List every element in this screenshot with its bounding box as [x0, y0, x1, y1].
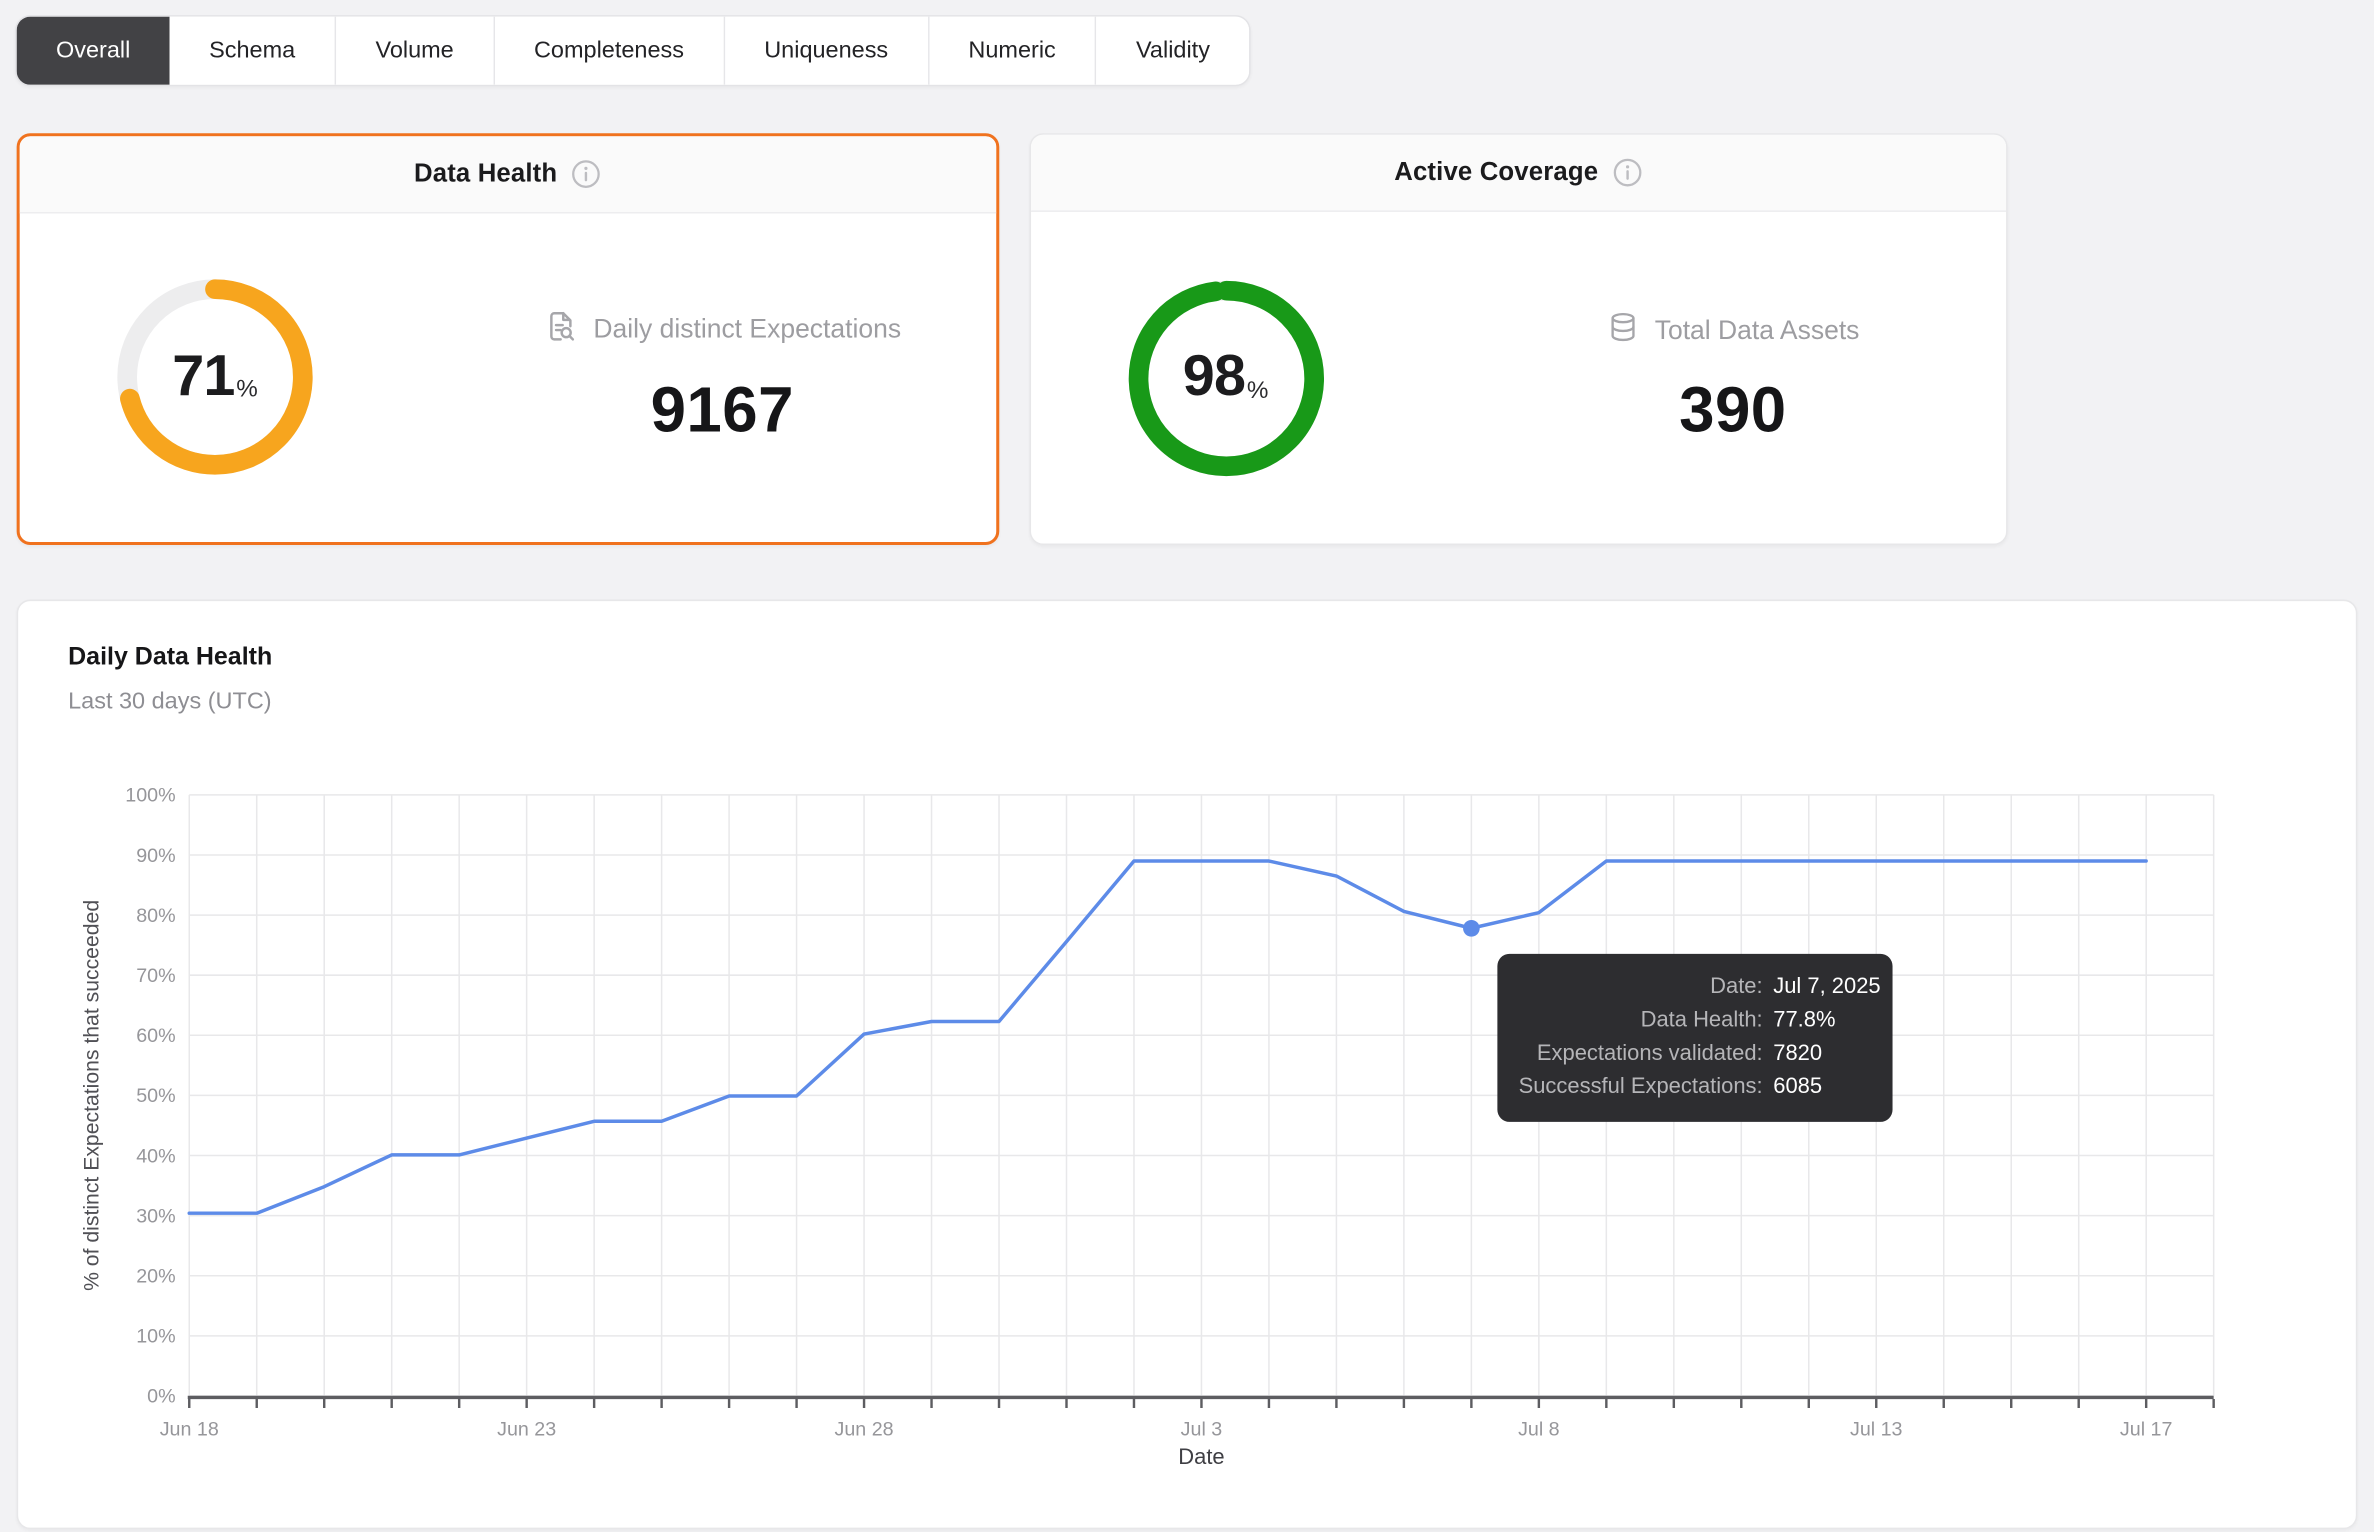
x-tick-label-jul-3: Jul 3 — [1181, 1418, 1223, 1440]
x-tick-label-jul-13: Jul 13 — [1850, 1418, 1903, 1440]
tooltip-label-expectations-validated-: Expectations validated: — [1536, 1041, 1763, 1066]
y-tick-label-90: 90% — [136, 845, 175, 867]
active-coverage-title: Active Coverage — [1394, 157, 1599, 187]
metric-value: 9167 — [650, 373, 794, 445]
data-health-title: Data Health — [413, 158, 558, 188]
x-tick-label-jun-28: Jun 28 — [835, 1418, 894, 1440]
metric-label: Daily distinct Expectations — [593, 313, 902, 344]
dashboard: Overall Schema Volume Completeness Uniquenes… — [0, 0, 2374, 1532]
tab-volume[interactable]: Volume — [336, 16, 495, 85]
gridlines — [188, 794, 2215, 1397]
tab-bar: Overall Schema Volume Completeness Uniquenes… — [15, 15, 1251, 87]
tooltip-label-successful-expectations-: Successful Expectations: — [1518, 1074, 1763, 1100]
highlighted-point[interactable] — [1463, 919, 1480, 937]
tooltip-label-date-: Date: — [1710, 975, 1763, 1000]
active-coverage-card[interactable]: Active Coverage 98 % Total Data Assets 3… — [1028, 133, 2008, 546]
database-icon — [1606, 310, 1639, 351]
y-tick-label-30: 30% — [136, 1205, 175, 1227]
y-tick-label-10: 10% — [136, 1326, 175, 1348]
summary-cards: Data Health 71 % Daily distinct Expectat… — [16, 133, 2008, 546]
data-health-card[interactable]: Data Health 71 % Daily distinct Expectat… — [16, 133, 999, 546]
tooltip-value-expectations-validated-: 7820 — [1773, 1041, 1823, 1066]
file-search-icon — [543, 308, 578, 350]
data-health-body: 71 % Daily distinct Expectations 9167 — [20, 212, 996, 542]
data-health-header: Data Health — [19, 136, 996, 214]
y-tick-label-60: 60% — [136, 1025, 175, 1047]
info-icon[interactable] — [571, 159, 601, 189]
x-tick-label-jul-17: Jul 17 — [2120, 1418, 2173, 1440]
tab-numeric[interactable]: Numeric — [929, 16, 1097, 85]
x-tick-label-jun-23: Jun 23 — [497, 1418, 556, 1440]
y-axis-labels: 0% 10% 20% 30% 40% 50% 60% 70% 80% 90% 100% — [125, 785, 175, 1408]
tooltip-label-data-health-: Data Health: — [1640, 1008, 1763, 1033]
tooltip-value-date-: Jul 7, 2025 — [1773, 975, 1881, 1000]
y-tick-label-100: 100% — [125, 785, 175, 807]
y-axis-title: % of distinct Expectations that succeede… — [80, 900, 103, 1291]
active-coverage-body: 98 % Total Data Assets 390 — [1030, 212, 2006, 544]
tab-schema[interactable]: Schema — [169, 16, 337, 85]
active-coverage-header: Active Coverage — [1030, 134, 2007, 212]
tab-uniqueness[interactable]: Uniqueness — [724, 16, 930, 85]
active-coverage-percent: 98 — [1182, 345, 1246, 409]
metric-label: Total Data Assets — [1654, 314, 1860, 345]
tooltip-value-successful-expectations-: 6085 — [1773, 1074, 1823, 1100]
x-tick-label-jun-18: Jun 18 — [160, 1418, 219, 1440]
chart-subtitle: Last 30 days (UTC) — [68, 688, 272, 715]
x-axis — [187, 1395, 2215, 1409]
data-health-percent: 71 — [172, 344, 235, 409]
daily-data-health-chart[interactable]: 0%10%20%30%40%50%60%70%80%90%100%Jun 18 J… — [18, 771, 2319, 1498]
data-health-metric: Daily distinct Expectations 9167 — [449, 212, 995, 542]
percent-sign: % — [236, 376, 258, 403]
tab-completeness[interactable]: Completeness — [494, 16, 725, 85]
data-health-donut: 71 % — [117, 279, 314, 476]
y-tick-label-20: 20% — [136, 1266, 175, 1288]
chart-title: Daily Data Health — [68, 643, 273, 671]
x-axis-labels: Jun 18 Jun 23 Jun 28 Jul 3 Jul 8 Jul 13 Jul 17 — [160, 1418, 2173, 1440]
x-tick-label-jul-8: Jul 8 — [1518, 1418, 1560, 1440]
tooltip-value-data-health-: 77.8% — [1773, 1008, 1836, 1033]
active-coverage-donut: 98 % — [1127, 279, 1324, 476]
x-axis-title: Date — [1178, 1444, 1224, 1469]
y-tick-label-0: 0% — [147, 1386, 175, 1408]
percent-sign: % — [1246, 377, 1269, 404]
info-icon[interactable] — [1612, 157, 1642, 187]
tab-overall[interactable]: Overall — [16, 16, 170, 85]
y-tick-label-50: 50% — [136, 1085, 175, 1107]
active-coverage-metric: Total Data Assets 390 — [1460, 212, 2006, 544]
daily-data-health-card: Daily Data Health Last 30 days (UTC) 0% 1… — [16, 599, 2358, 1530]
y-tick-label-80: 80% — [136, 905, 175, 927]
metric-value: 390 — [1679, 373, 1787, 445]
y-tick-label-40: 40% — [136, 1145, 175, 1167]
chart-tooltip: Date: Jul 7, 2025 Data Health: 77.8% Expecta… — [1497, 953, 1893, 1122]
tab-validity[interactable]: Validity — [1096, 16, 1250, 85]
y-tick-label-70: 70% — [136, 965, 175, 987]
